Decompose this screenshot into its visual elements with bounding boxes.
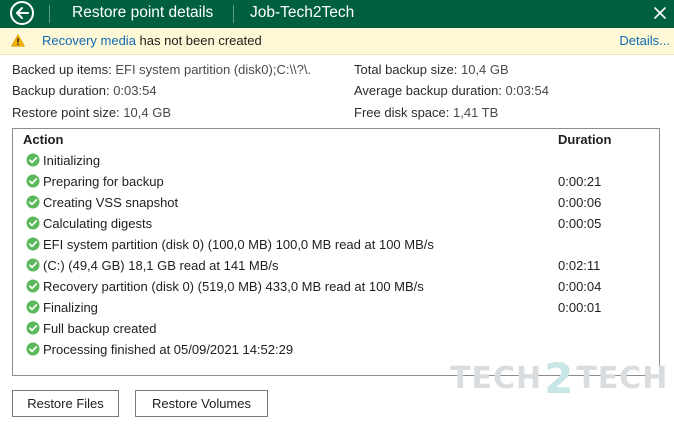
log-row: (C:) (49,4 GB) 18,1 GB read at 141 MB/s …	[13, 255, 659, 276]
title-separator	[49, 5, 50, 23]
free-disk-space-label: Free disk space:	[354, 105, 450, 120]
log-action: Recovery partition (disk 0) (519,0 MB) 4…	[43, 279, 424, 294]
backup-duration: Backup duration: 0:03:54	[12, 84, 157, 98]
recovery-media-link[interactable]: Recovery media	[42, 33, 136, 48]
backed-up-items-value: EFI system partition (disk0);C:\\?\.	[115, 62, 312, 77]
job-name: Job-Tech2Tech	[250, 4, 355, 21]
average-backup-duration: Average backup duration: 0:03:54	[354, 84, 549, 98]
log-action: Processing finished at 05/09/2021 14:52:…	[43, 342, 294, 357]
warning-text: has not been created	[135, 33, 262, 48]
log-duration: 0:00:06	[558, 195, 602, 210]
log-action: EFI system partition (disk 0) (100,0 MB)…	[43, 237, 434, 252]
arrow-left-icon	[16, 7, 29, 19]
log-row: Calculating digests 0:00:05	[13, 213, 659, 234]
success-check-icon	[26, 195, 40, 209]
warning-message: Recovery media has not been created	[42, 34, 262, 48]
average-backup-duration-label: Average backup duration:	[354, 83, 502, 98]
success-check-icon	[26, 321, 40, 335]
log-row: Finalizing 0:00:01	[13, 297, 659, 318]
log-duration: 0:00:04	[558, 279, 602, 294]
restore-point-size: Restore point size: 10,4 GB	[12, 106, 171, 120]
watermark-text: TECH	[450, 361, 543, 396]
backup-duration-label: Backup duration:	[12, 83, 110, 98]
log-row: EFI system partition (disk 0) (100,0 MB)…	[13, 234, 659, 255]
log-row: Initializing	[13, 150, 659, 171]
warning-bar: Recovery media has not been created Deta…	[0, 28, 674, 55]
back-button[interactable]	[10, 1, 34, 25]
details-link[interactable]: Details...	[619, 34, 670, 48]
log-duration: 0:00:01	[558, 300, 602, 315]
success-check-icon	[26, 153, 40, 167]
log-duration: 0:00:05	[558, 216, 602, 231]
title-bar: Restore point details Job-Tech2Tech	[0, 0, 674, 28]
total-backup-size-label: Total backup size:	[354, 62, 458, 77]
restore-volumes-button[interactable]: Restore Volumes	[135, 390, 268, 417]
success-check-icon	[26, 237, 40, 251]
log-action: Initializing	[43, 153, 101, 168]
restore-point-size-value: 10,4 GB	[123, 105, 171, 120]
success-check-icon	[26, 216, 40, 230]
restore-files-button[interactable]: Restore Files	[12, 390, 119, 417]
action-column-header: Action	[23, 132, 64, 147]
close-icon[interactable]	[654, 7, 666, 19]
watermark-logo: TECH2TECH	[450, 350, 667, 405]
backed-up-items: Backed up items: EFI system partition (d…	[12, 63, 311, 77]
log-row: Preparing for backup 0:00:21	[13, 171, 659, 192]
log-action: (C:) (49,4 GB) 18,1 GB read at 141 MB/s	[43, 258, 279, 273]
warning-icon	[11, 34, 25, 47]
log-row: Full backup created	[13, 318, 659, 339]
success-check-icon	[26, 174, 40, 188]
total-backup-size: Total backup size: 10,4 GB	[354, 63, 509, 77]
log-action: Finalizing	[43, 300, 98, 315]
duration-column-header: Duration	[558, 132, 612, 147]
log-row: Creating VSS snapshot 0:00:06	[13, 192, 659, 213]
backup-duration-value: 0:03:54	[113, 83, 157, 98]
success-check-icon	[26, 279, 40, 293]
log-duration: 0:02:11	[558, 258, 601, 273]
log-action: Full backup created	[43, 321, 157, 336]
success-check-icon	[26, 258, 40, 272]
window-title: Restore point details	[72, 4, 214, 21]
log-action: Creating VSS snapshot	[43, 195, 179, 210]
free-disk-space-value: 1,41 TB	[453, 105, 499, 120]
watermark-text: TECH	[576, 361, 669, 396]
average-backup-duration-value: 0:03:54	[505, 83, 549, 98]
log-row: Recovery partition (disk 0) (519,0 MB) 4…	[13, 276, 659, 297]
log-duration: 0:00:21	[558, 174, 602, 189]
log-action: Preparing for backup	[43, 174, 164, 189]
free-disk-space: Free disk space: 1,41 TB	[354, 106, 498, 120]
success-check-icon	[26, 300, 40, 314]
success-check-icon	[26, 342, 40, 356]
restore-point-size-label: Restore point size:	[12, 105, 120, 120]
title-separator	[233, 5, 234, 23]
watermark-text: 2	[544, 354, 575, 403]
backed-up-items-label: Backed up items:	[12, 62, 112, 77]
log-action: Calculating digests	[43, 216, 153, 231]
total-backup-size-value: 10,4 GB	[460, 62, 509, 77]
action-log[interactable]: Action Duration Initializing Preparing f…	[12, 128, 660, 376]
